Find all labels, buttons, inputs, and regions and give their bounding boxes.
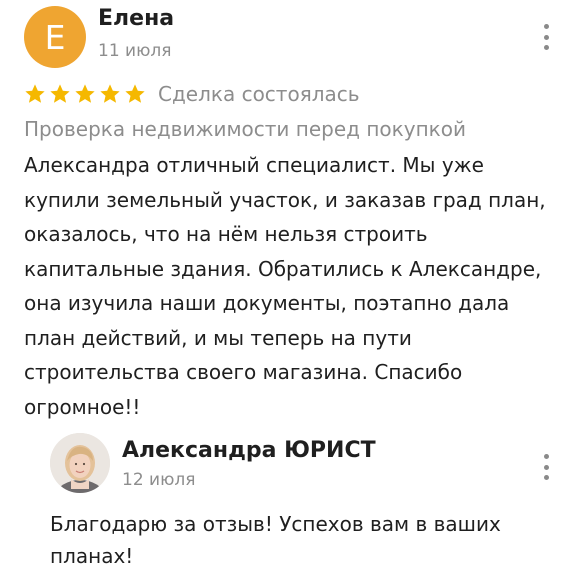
more-vertical-icon[interactable] <box>542 454 550 480</box>
user-photo-icon <box>50 433 110 493</box>
star-icon <box>125 84 145 103</box>
author-initial: Е <box>44 17 66 57</box>
review-card: Е Елена 11 июля Сделка состоялась Провер… <box>0 0 570 576</box>
star-icon <box>50 84 70 103</box>
service-name: Проверка недвижимости перед покупкой <box>24 117 466 141</box>
reply-avatar[interactable] <box>50 433 110 493</box>
star-icon <box>100 84 120 103</box>
reply-date: 12 июля <box>122 470 196 490</box>
review-text: Александра отличный специалист. Мы уже к… <box>24 153 546 419</box>
reply-text: Благодарю за отзыв! Успехов вам в ваших … <box>50 512 501 568</box>
star-rating <box>24 83 146 105</box>
author-avatar[interactable]: Е <box>24 6 86 68</box>
star-icon <box>75 84 95 103</box>
star-icon <box>25 84 45 103</box>
review-date: 11 июля <box>98 41 172 61</box>
more-vertical-icon[interactable] <box>542 24 550 50</box>
deal-status: Сделка состоялась <box>158 82 360 106</box>
reply-author-name[interactable]: Александра ЮРИСТ <box>122 438 376 463</box>
author-name[interactable]: Елена <box>98 6 174 31</box>
rating-row: Сделка состоялась <box>24 82 360 106</box>
